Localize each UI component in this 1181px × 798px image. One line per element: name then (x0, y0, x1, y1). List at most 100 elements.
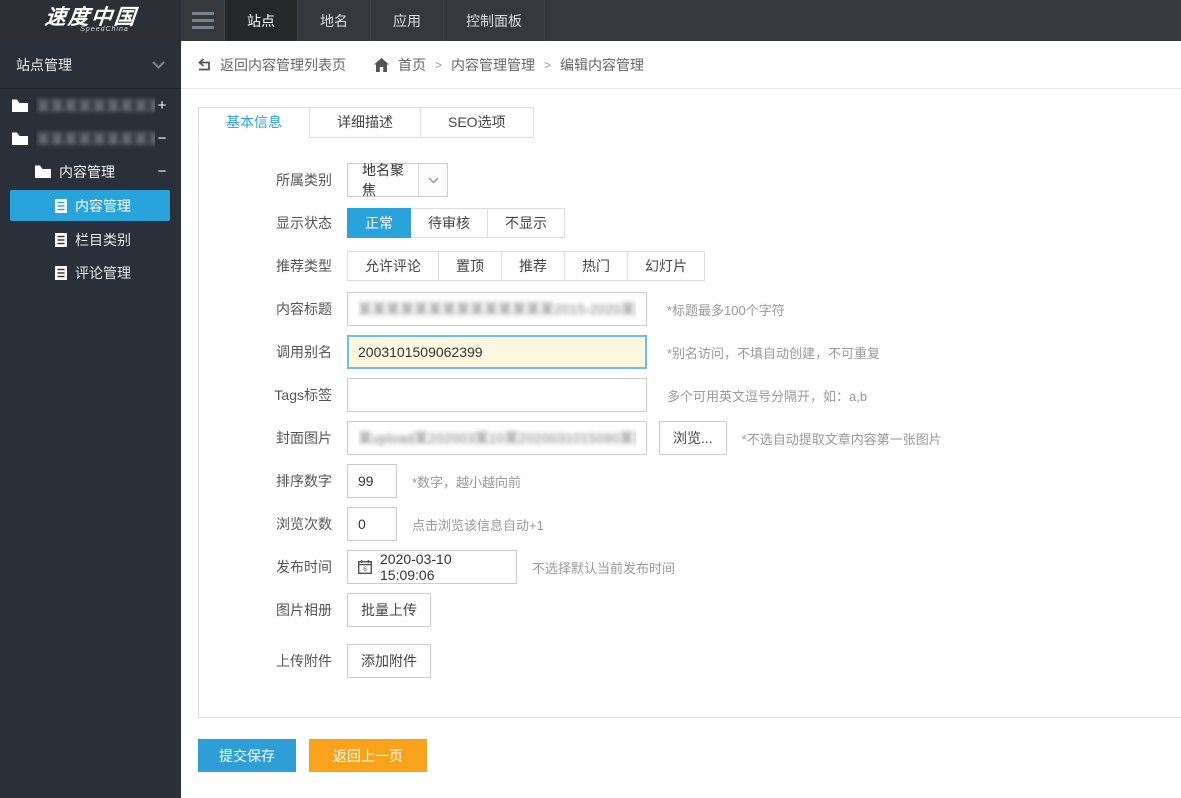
allow-comment-button[interactable]: 允许评论 (347, 251, 439, 281)
sidebar-item-label: 评论管理 (75, 264, 131, 281)
status-hidden-button[interactable]: 不显示 (487, 208, 565, 238)
category-label: 所属类别 (276, 172, 332, 188)
title-hint: *标题最多100个字符 (667, 302, 785, 318)
title-input[interactable] (347, 292, 647, 326)
slideshow-button[interactable]: 幻灯片 (627, 251, 705, 281)
tags-label: Tags标签 (274, 387, 332, 403)
tab-seo-options[interactable]: SEO选项 (420, 107, 534, 138)
add-attachment-button[interactable]: 添加附件 (347, 644, 431, 678)
back-to-list-link[interactable]: 返回内容管理列表页 (198, 55, 346, 75)
pin-top-button[interactable]: 置顶 (438, 251, 502, 281)
views-hint: 点击浏览该信息自动+1 (412, 517, 544, 533)
batch-upload-button[interactable]: 批量上传 (347, 593, 431, 627)
tags-hint: 多个可用英文逗号分隔开，如：a,b (667, 388, 868, 404)
form-row-album: 图片相册 批量上传 (199, 593, 1181, 627)
collapse-minus-icon[interactable]: − (155, 130, 169, 147)
main-area: 返回内容管理列表页 首页 > 内容管理管理 > 编辑内容管理 基本信息 详细描述… (181, 41, 1181, 798)
title-label: 内容标题 (276, 301, 332, 317)
publish-time-label: 发布时间 (276, 559, 332, 575)
return-arrow-icon (198, 58, 213, 71)
sidebar-group-1[interactable]: 某某某某某某某某某某 + (0, 89, 181, 122)
tab-detail-description[interactable]: 详细描述 (309, 107, 421, 138)
top-bar: 速度中国 SpeedChina 站点 地名 应用 控制面板 (0, 0, 1181, 41)
document-icon (55, 265, 67, 280)
sidebar-submenu-content-management[interactable]: 内容管理 − (0, 155, 181, 188)
form-row-recommend: 推荐类型 允许评论 置顶 推荐 热门 幻灯片 (199, 249, 1181, 283)
top-tab-control-panel[interactable]: 控制面板 (444, 0, 545, 41)
form-row-sort: 排序数字 *数字，越小越向前 (199, 464, 1181, 498)
hot-button[interactable]: 热门 (564, 251, 628, 281)
breadcrumb-separator: > (435, 57, 443, 72)
sort-input[interactable] (347, 464, 397, 498)
sidebar-section-label: 站点管理 (16, 56, 72, 73)
folder-icon (35, 165, 51, 178)
form-row-tags: Tags标签 多个可用英文逗号分隔开，如：a,b (199, 378, 1181, 412)
menu-hamburger-icon[interactable] (181, 0, 225, 41)
recommend-button-group: 允许评论 置顶 推荐 热门 幻灯片 (347, 251, 705, 281)
form-row-views: 浏览次数 点击浏览该信息自动+1 (199, 507, 1181, 541)
sidebar-item-comment-management[interactable]: 评论管理 (0, 256, 181, 289)
tags-input[interactable] (347, 378, 647, 412)
publish-time-input[interactable]: 6 2020-03-10 15:09:06 (347, 550, 517, 584)
alias-input[interactable] (347, 335, 647, 369)
tab-basic-info[interactable]: 基本信息 (198, 107, 310, 138)
breadcrumb-content-management[interactable]: 内容管理管理 (451, 55, 535, 75)
content-region: 基本信息 详细描述 SEO选项 所属类别 地名聚焦 显示状态 正常 待审核 不显… (181, 89, 1181, 792)
breadcrumb-separator: > (544, 57, 552, 72)
form-row-category: 所属类别 地名聚焦 (199, 162, 1181, 198)
status-normal-button[interactable]: 正常 (347, 208, 411, 238)
chevron-down-icon (152, 60, 165, 69)
basic-info-panel: 所属类别 地名聚焦 显示状态 正常 待审核 不显示 推荐类型 允许评论 置顶 推… (198, 137, 1181, 718)
app-logo[interactable]: 速度中国 SpeedChina (0, 0, 181, 41)
sidebar-item-column-category[interactable]: 栏目类别 (0, 223, 181, 256)
sidebar: 站点管理 某某某某某某某某某某 + 某某某某某某某某某 − 内容管理 − 内容管… (0, 41, 181, 798)
folder-icon (12, 99, 28, 112)
chevron-down-icon[interactable] (418, 164, 447, 196)
views-input[interactable] (347, 507, 397, 541)
svg-text:6: 6 (363, 566, 367, 573)
sort-label: 排序数字 (276, 473, 332, 489)
cover-label: 封面图片 (276, 430, 332, 446)
browse-button[interactable]: 浏览... (659, 421, 727, 455)
category-select[interactable]: 地名聚焦 (347, 162, 448, 198)
status-button-group: 正常 待审核 不显示 (347, 208, 565, 238)
album-label: 图片相册 (276, 602, 332, 618)
sidebar-group-2-label: 某某某某某某某某某 (36, 130, 155, 147)
back-link-label: 返回内容管理列表页 (220, 56, 346, 73)
cover-path-input[interactable] (347, 421, 647, 455)
submit-save-button[interactable]: 提交保存 (198, 739, 296, 772)
collapse-minus-icon[interactable]: − (155, 163, 169, 180)
publish-time-hint: 不选择默认当前发布时间 (532, 560, 676, 576)
top-tab-site[interactable]: 站点 (225, 0, 298, 41)
recommend-label: 推荐类型 (276, 258, 332, 274)
breadcrumb: 返回内容管理列表页 首页 > 内容管理管理 > 编辑内容管理 (181, 41, 1181, 89)
breadcrumb-home[interactable]: 首页 (398, 55, 426, 75)
form-row-publish-time: 发布时间 6 2020-03-10 15:09:06 不选择默认当前发布时间 (199, 550, 1181, 584)
top-tab-placename[interactable]: 地名 (298, 0, 371, 41)
sidebar-item-content-management[interactable]: 内容管理 (10, 190, 170, 221)
form-row-title: 内容标题 *标题最多100个字符 (199, 292, 1181, 326)
form-row-attachment: 上传附件 添加附件 (199, 644, 1181, 678)
form-row-status: 显示状态 正常 待审核 不显示 (199, 206, 1181, 240)
publish-time-value: 2020-03-10 15:09:06 (380, 551, 452, 583)
home-icon[interactable] (374, 57, 389, 72)
attachment-label: 上传附件 (276, 653, 332, 669)
views-label: 浏览次数 (276, 516, 332, 532)
breadcrumb-trail: 首页 > 内容管理管理 > 编辑内容管理 (374, 55, 644, 75)
recommend-button[interactable]: 推荐 (501, 251, 565, 281)
sort-hint: *数字，越小越向前 (412, 474, 522, 490)
alias-label: 调用别名 (276, 344, 332, 360)
sidebar-section-site-management[interactable]: 站点管理 (0, 41, 181, 88)
folder-icon (12, 132, 28, 145)
top-tab-apps[interactable]: 应用 (371, 0, 444, 41)
sidebar-group-2[interactable]: 某某某某某某某某某 − (0, 122, 181, 155)
status-pending-button[interactable]: 待审核 (410, 208, 488, 238)
expand-plus-icon[interactable]: + (155, 97, 169, 114)
document-icon (55, 232, 67, 247)
sidebar-submenu-label: 内容管理 (59, 163, 115, 180)
status-label: 显示状态 (276, 215, 332, 231)
form-actions: 提交保存 返回上一页 (198, 739, 1181, 792)
sidebar-item-label: 栏目类别 (75, 231, 131, 248)
form-row-alias: 调用别名 *别名访问，不填自动创建，不可重复 (199, 335, 1181, 369)
back-previous-page-button[interactable]: 返回上一页 (309, 739, 427, 772)
